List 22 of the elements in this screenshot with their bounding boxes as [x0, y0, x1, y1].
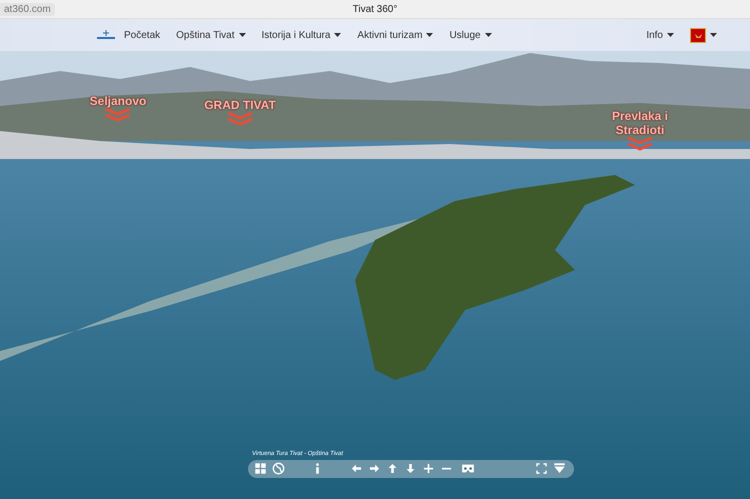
fullscreen-icon [535, 462, 548, 474]
flag-icon [690, 28, 706, 42]
info-menu[interactable]: Info [639, 26, 681, 44]
nav-menu-item[interactable]: Istorija i Kultura [254, 26, 348, 44]
triangle-down-icon [553, 462, 566, 474]
window-title: Tivat 360° [352, 4, 398, 14]
address-bar[interactable]: at360.com [0, 2, 55, 16]
arrow-right-icon [368, 462, 381, 474]
nav-menu-item[interactable]: Početak [117, 26, 168, 44]
arrow-up-icon [386, 462, 399, 474]
nav-menu-item[interactable]: Usluge [442, 26, 499, 44]
arrow-left-icon [350, 462, 363, 474]
grid-icon [254, 462, 267, 474]
nav-menu-item[interactable]: Opština Tivat [169, 26, 252, 44]
chevron-down-icon [627, 137, 653, 151]
panorama-photo[interactable] [0, 51, 750, 499]
arrow-down-icon [404, 462, 417, 474]
nav-menu-item[interactable]: Aktivni turizam [350, 26, 440, 44]
chevron-down-icon [227, 112, 253, 126]
chevron-down-icon [105, 108, 131, 122]
globe-button[interactable] [272, 462, 287, 476]
zoom-in-icon [422, 462, 435, 474]
